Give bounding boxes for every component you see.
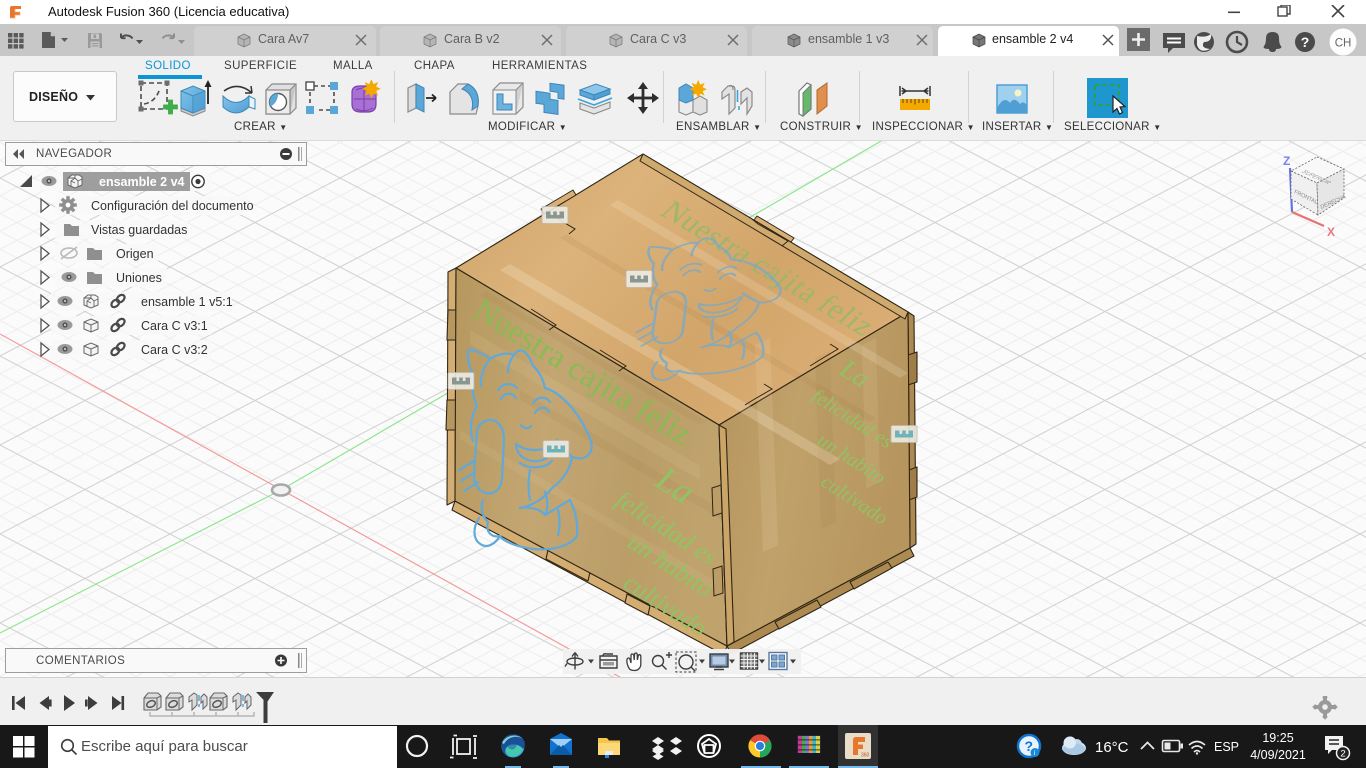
svg-text:19:25: 19:25	[1262, 731, 1293, 745]
svg-text:ESP: ESP	[1214, 740, 1239, 754]
svg-text:i: i	[1034, 749, 1036, 757]
svg-text:360: 360	[861, 753, 870, 759]
svg-text:2: 2	[1340, 749, 1345, 760]
svg-text:?: ?	[1301, 34, 1310, 50]
svg-text:4/09/2021: 4/09/2021	[1250, 748, 1306, 762]
svg-text:Z: Z	[1283, 154, 1290, 168]
svg-text:X: X	[1327, 225, 1335, 239]
svg-text:16°C: 16°C	[1095, 739, 1129, 756]
svg-text:CH: CH	[1335, 38, 1352, 50]
